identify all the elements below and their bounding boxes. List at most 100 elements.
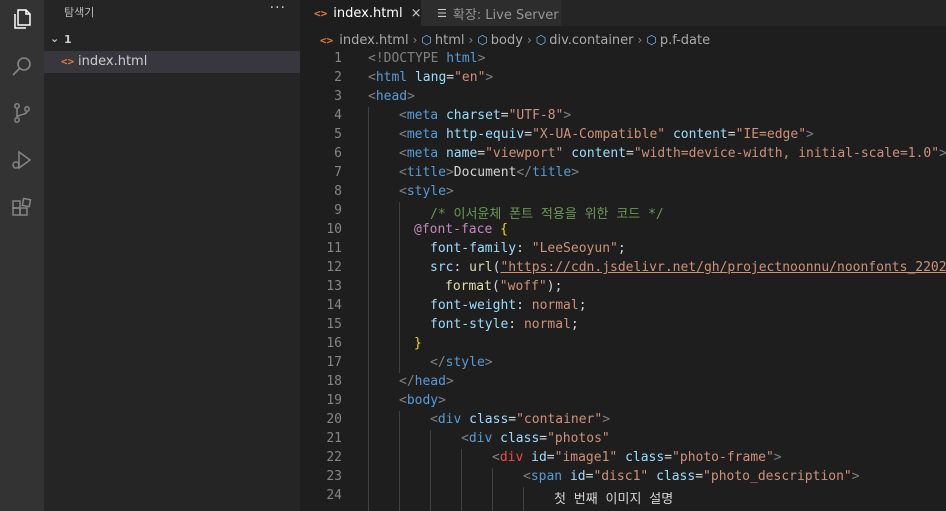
chevron-down-icon: ⌄ bbox=[50, 32, 60, 45]
token: name bbox=[438, 146, 478, 161]
code-editor[interactable]: 1 <!DOCTYPE html> 2 <html lang="en"> 3 <hea… bbox=[300, 50, 946, 511]
tab-live-server[interactable]: ☰ 확장: Live Server bbox=[421, 0, 561, 26]
token: class bbox=[461, 412, 509, 427]
close-icon[interactable]: × bbox=[411, 6, 422, 21]
line-number: 9 bbox=[334, 203, 342, 218]
code-line: 10 @font-face { bbox=[300, 221, 946, 240]
token: < bbox=[368, 89, 376, 104]
token: format bbox=[445, 279, 492, 294]
more-actions-icon[interactable]: ··· bbox=[270, 0, 286, 16]
token: ; bbox=[617, 241, 626, 256]
run-debug-icon[interactable] bbox=[6, 144, 38, 176]
tab-label: index.html bbox=[333, 5, 403, 21]
search-icon[interactable] bbox=[6, 50, 38, 82]
token: url bbox=[469, 260, 493, 275]
token: content bbox=[563, 146, 627, 161]
token: "image1" bbox=[554, 450, 618, 465]
token: > bbox=[851, 469, 860, 484]
token: font-family bbox=[430, 241, 517, 256]
line-number: 8 bbox=[334, 184, 342, 199]
tab-bar: <> index.html × ☰ 확장: Live Server bbox=[300, 0, 946, 26]
token: id bbox=[523, 450, 547, 465]
token: < bbox=[399, 184, 407, 199]
code-line: 11 font-family: "LeeSeoyun"; bbox=[300, 240, 946, 259]
token: { bbox=[492, 222, 508, 237]
token: html bbox=[375, 70, 408, 85]
token: = bbox=[695, 469, 704, 484]
token: < bbox=[461, 431, 469, 446]
token: ); bbox=[546, 279, 563, 294]
token: </ bbox=[399, 374, 415, 389]
code-line: 5 <meta http-equiv="X-UA-Compatible" cont… bbox=[300, 126, 946, 145]
token: = bbox=[500, 108, 509, 123]
token: "photos" bbox=[547, 431, 610, 446]
code-line: 18 </head> bbox=[300, 373, 946, 392]
code-line: 2 <html lang="en"> bbox=[300, 69, 946, 88]
token: font-weight bbox=[430, 298, 517, 313]
breadcrumb-item-p-f-date[interactable]: ⬡ p.f-date bbox=[646, 33, 710, 48]
cube-icon: ⬡ bbox=[477, 33, 488, 47]
code-line: 3 <head> bbox=[300, 88, 946, 107]
token: = bbox=[446, 70, 455, 85]
token: > bbox=[407, 89, 415, 104]
files-icon[interactable] bbox=[6, 3, 38, 35]
token: charset bbox=[438, 108, 501, 123]
line-number: 15 bbox=[326, 317, 342, 332]
token: : bbox=[516, 298, 532, 313]
token: > bbox=[445, 165, 454, 180]
token: div bbox=[499, 450, 524, 465]
code-line: 13 format("woff"); bbox=[300, 278, 946, 297]
code-line: 16} bbox=[300, 335, 946, 354]
line-number: 22 bbox=[326, 450, 342, 465]
token: > bbox=[602, 412, 611, 427]
token: </ bbox=[516, 165, 533, 180]
tab-index-html[interactable]: <> index.html × bbox=[300, 0, 421, 26]
token: normal bbox=[531, 298, 579, 313]
token: : bbox=[453, 260, 470, 275]
code-line: 15 font-style: normal; bbox=[300, 316, 946, 335]
source-control-icon[interactable] bbox=[6, 97, 38, 129]
token: < bbox=[368, 70, 376, 85]
code-line: 8 <style> bbox=[300, 183, 946, 202]
code-line: 17 </style> bbox=[300, 354, 946, 373]
token: /* 이서윤체 폰트 적용을 위한 코드 */ bbox=[430, 207, 664, 222]
breadcrumb-file[interactable]: index.html bbox=[339, 33, 408, 48]
token: > bbox=[773, 450, 782, 465]
token: = bbox=[546, 450, 555, 465]
breadcrumb-item-html[interactable]: ⬡ html bbox=[421, 33, 464, 48]
breadcrumb-item-div-container[interactable]: ⬡ div.container bbox=[536, 33, 634, 48]
code-line: 14 font-weight: normal; bbox=[300, 297, 946, 316]
code-line: 6 <meta name="viewport" content="width=de… bbox=[300, 145, 946, 164]
token: } bbox=[414, 336, 422, 351]
line-number: 1 bbox=[334, 51, 342, 66]
breadcrumb-separator: › bbox=[412, 33, 418, 47]
file-item-index-html[interactable]: <> index.html bbox=[44, 51, 300, 73]
code-line: 9 /* 이서윤체 폰트 적용을 위한 코드 */ bbox=[300, 202, 946, 222]
token: class bbox=[648, 469, 696, 484]
line-number: 12 bbox=[326, 260, 342, 275]
token: "en" bbox=[454, 70, 486, 85]
token: = bbox=[539, 431, 548, 446]
token: < bbox=[399, 127, 407, 142]
url-link[interactable]: "https://cdn.jsdelivr.net/gh/projectnoon… bbox=[500, 260, 946, 275]
token: = bbox=[727, 127, 736, 142]
line-number: 10 bbox=[326, 222, 342, 237]
line-number: 11 bbox=[326, 241, 342, 256]
code-line: 12 src: url("https://cdn.jsdelivr.net/gh/… bbox=[300, 259, 946, 278]
line-number: 17 bbox=[326, 355, 342, 370]
folder-item[interactable]: ⌄ 1 bbox=[44, 30, 300, 50]
line-number: 24 bbox=[326, 488, 342, 503]
token: </ bbox=[430, 355, 446, 370]
code-line: 1 <!DOCTYPE html> bbox=[300, 50, 946, 69]
token: > bbox=[477, 51, 486, 66]
token: ( bbox=[491, 279, 500, 294]
cube-icon: ⬡ bbox=[421, 33, 432, 47]
line-number: 14 bbox=[326, 298, 342, 313]
token: meta bbox=[406, 127, 439, 142]
extensions-icon[interactable] bbox=[6, 193, 38, 225]
token: = bbox=[664, 450, 673, 465]
breadcrumb-item-body[interactable]: ⬡ body bbox=[477, 33, 523, 48]
breadcrumb: <> index.html › ⬡ html › ⬡ body › ⬡ div.con… bbox=[300, 30, 946, 50]
line-number: 6 bbox=[334, 146, 342, 161]
token: "photo_description" bbox=[703, 469, 852, 484]
